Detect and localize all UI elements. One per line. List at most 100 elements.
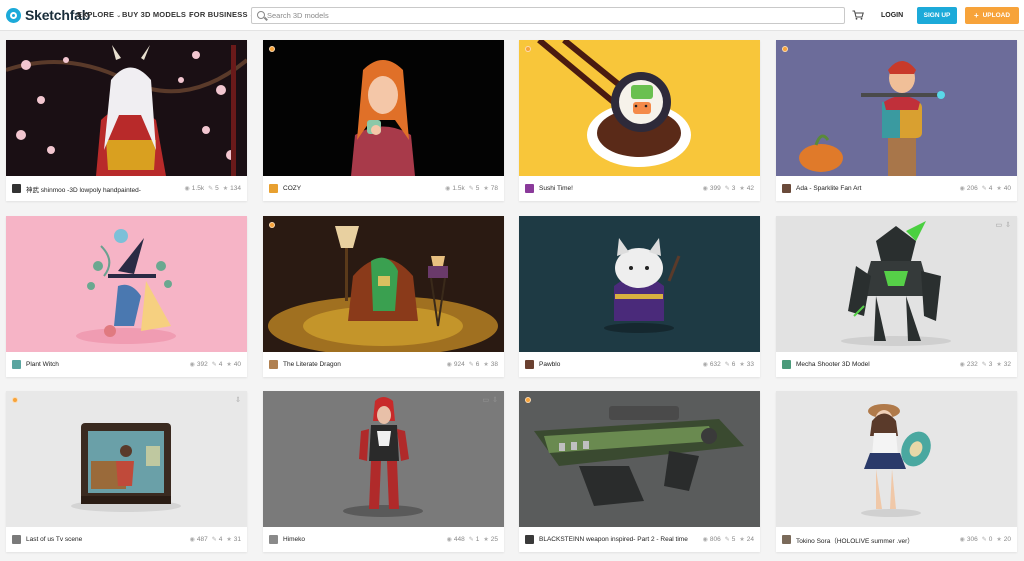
model-card[interactable]: ⇩ Last of us Tv scene ◉ 487 ✎ 4 ★ 31 (6, 391, 247, 552)
model-thumbnail[interactable]: ▭ ⇩ (776, 216, 1017, 352)
plus-icon: + (973, 11, 979, 20)
model-meta: Tokino Sora（HOLOLIVE summer .ver） ◉ 306 ✎… (776, 527, 1017, 552)
comments-count: 5 (215, 185, 219, 192)
likes-count: 134 (230, 185, 241, 192)
views-icon: ◉ (959, 186, 965, 192)
user-avatar[interactable] (525, 535, 534, 544)
model-stats: ◉ 448 ✎ 1 ★ 25 (443, 536, 498, 543)
staff-pick-badge (525, 397, 531, 403)
download-icon[interactable]: ⇩ (235, 396, 241, 404)
cart-icon[interactable] (852, 10, 864, 20)
user-avatar[interactable] (525, 184, 534, 193)
model-title[interactable]: 神武 shinmoo -3D lowpoly handpainted- (26, 184, 181, 194)
model-thumbnail[interactable] (776, 40, 1017, 176)
user-avatar[interactable] (269, 184, 278, 193)
user-avatar[interactable] (269, 360, 278, 369)
card-corner-icons: ⇩ (235, 396, 241, 404)
view-3d-icon[interactable]: ▭ (483, 396, 490, 404)
model-card[interactable]: Pawblo ◉ 632 ✎ 6 ★ 33 (519, 216, 760, 377)
likes-icon: ★ (483, 186, 489, 192)
model-meta: BLACKSTEINN weapon inspired- Part 2 - Re… (519, 527, 760, 552)
likes-count: 40 (233, 361, 241, 368)
search-box[interactable] (251, 7, 845, 24)
login-link[interactable]: LOGIN (881, 12, 903, 19)
model-card[interactable]: ▭ ⇩ Himeko ◉ 448 ✎ 1 ★ 25 (263, 391, 504, 552)
user-avatar[interactable] (525, 360, 534, 369)
model-title[interactable]: The Literate Dragon (283, 361, 443, 368)
likes-icon: ★ (996, 537, 1002, 543)
model-thumbnail[interactable] (263, 216, 504, 352)
model-title[interactable]: Last of us Tv scene (26, 536, 186, 543)
sign-up-button[interactable]: SIGN UP (917, 7, 957, 24)
model-title[interactable]: COZY (283, 185, 441, 192)
model-card[interactable]: Tokino Sora（HOLOLIVE summer .ver） ◉ 306 ✎… (776, 391, 1017, 552)
views-count: 1.5k (191, 185, 205, 192)
view-3d-icon[interactable]: ▭ (996, 221, 1003, 229)
likes-icon: ★ (226, 537, 232, 543)
upload-button[interactable]: + UPLOAD (965, 7, 1019, 24)
staff-pick-badge (269, 222, 275, 228)
search-input[interactable] (267, 9, 837, 22)
model-card[interactable]: ▭ ⇩ Mecha Shooter 3D Model ◉ 232 ✎ 3 ★ 32 (776, 216, 1017, 377)
model-thumbnail[interactable] (6, 216, 247, 352)
model-title[interactable]: Pawblo (539, 361, 699, 368)
model-card[interactable]: The Literate Dragon ◉ 924 ✎ 6 ★ 38 (263, 216, 504, 377)
model-card[interactable]: 神武 shinmoo -3D lowpoly handpainted- ◉ 1.5… (6, 40, 247, 201)
comments-count: 4 (988, 185, 993, 192)
likes-icon: ★ (226, 362, 232, 368)
model-thumbnail[interactable] (776, 391, 1017, 527)
model-title[interactable]: Himeko (283, 536, 443, 543)
model-card[interactable]: Sushi Time! ◉ 399 ✎ 3 ★ 42 (519, 40, 760, 201)
comments-icon: ✎ (211, 537, 217, 543)
download-icon[interactable]: ⇩ (492, 396, 498, 404)
model-thumbnail[interactable]: ▭ ⇩ (263, 391, 504, 527)
model-thumbnail[interactable] (519, 40, 760, 176)
user-avatar[interactable] (782, 184, 791, 193)
model-title[interactable]: Tokino Sora（HOLOLIVE summer .ver） (796, 535, 956, 545)
model-meta: Sushi Time! ◉ 399 ✎ 3 ★ 42 (519, 176, 760, 201)
user-avatar[interactable] (12, 535, 21, 544)
views-count: 924 (453, 361, 465, 368)
user-avatar[interactable] (12, 184, 21, 193)
sketchfab-logo-icon (6, 7, 21, 23)
likes-count: 25 (490, 536, 498, 543)
views-icon: ◉ (189, 362, 195, 368)
model-title[interactable]: Mecha Shooter 3D Model (796, 361, 956, 368)
upload-label: UPLOAD (982, 12, 1011, 19)
nav-buy-3d-models[interactable]: BUY 3D MODELS ⌄ (122, 10, 193, 19)
user-avatar[interactable] (782, 535, 791, 544)
user-avatar[interactable] (269, 535, 278, 544)
model-thumbnail[interactable]: ⇩ (6, 391, 247, 527)
model-thumbnail[interactable] (6, 40, 247, 176)
model-thumbnail[interactable] (519, 216, 760, 352)
model-stats: ◉ 806 ✎ 5 ★ 24 (699, 536, 754, 543)
model-card[interactable]: COZY ◉ 1.5k ✎ 5 ★ 78 (263, 40, 504, 201)
comments-icon: ✎ (211, 362, 217, 368)
search-icon (257, 11, 265, 19)
nav-business-label: FOR BUSINESS (189, 10, 248, 19)
user-avatar[interactable] (782, 360, 791, 369)
model-title[interactable]: BLACKSTEINN weapon inspired- Part 2 - Re… (539, 536, 699, 543)
staff-pick-badge (12, 397, 18, 403)
model-title[interactable]: Plant Witch (26, 361, 186, 368)
download-icon[interactable]: ⇩ (1005, 221, 1011, 229)
model-card[interactable]: Ada - Sparklite Fan Art ◉ 206 ✎ 4 ★ 40 (776, 40, 1017, 201)
nav-for-business[interactable]: FOR BUSINESS⌄ (189, 10, 255, 19)
model-stats: ◉ 206 ✎ 4 ★ 40 (956, 185, 1011, 192)
nav-explore[interactable]: EXPLORE ⌄ (77, 10, 121, 19)
views-icon: ◉ (702, 362, 708, 368)
model-title[interactable]: Ada - Sparklite Fan Art (796, 185, 956, 192)
likes-icon: ★ (739, 537, 745, 543)
likes-count: 33 (746, 361, 754, 368)
comments-icon: ✎ (724, 362, 730, 368)
model-card[interactable]: Plant Witch ◉ 392 ✎ 4 ★ 40 (6, 216, 247, 377)
views-count: 1.5k (452, 185, 465, 192)
views-icon: ◉ (184, 186, 190, 192)
model-thumbnail[interactable] (263, 40, 504, 176)
user-avatar[interactable] (12, 360, 21, 369)
comments-count: 4 (218, 536, 223, 543)
model-title[interactable]: Sushi Time! (539, 185, 699, 192)
model-thumbnail[interactable] (519, 391, 760, 527)
model-card[interactable]: BLACKSTEINN weapon inspired- Part 2 - Re… (519, 391, 760, 552)
likes-icon: ★ (483, 362, 489, 368)
